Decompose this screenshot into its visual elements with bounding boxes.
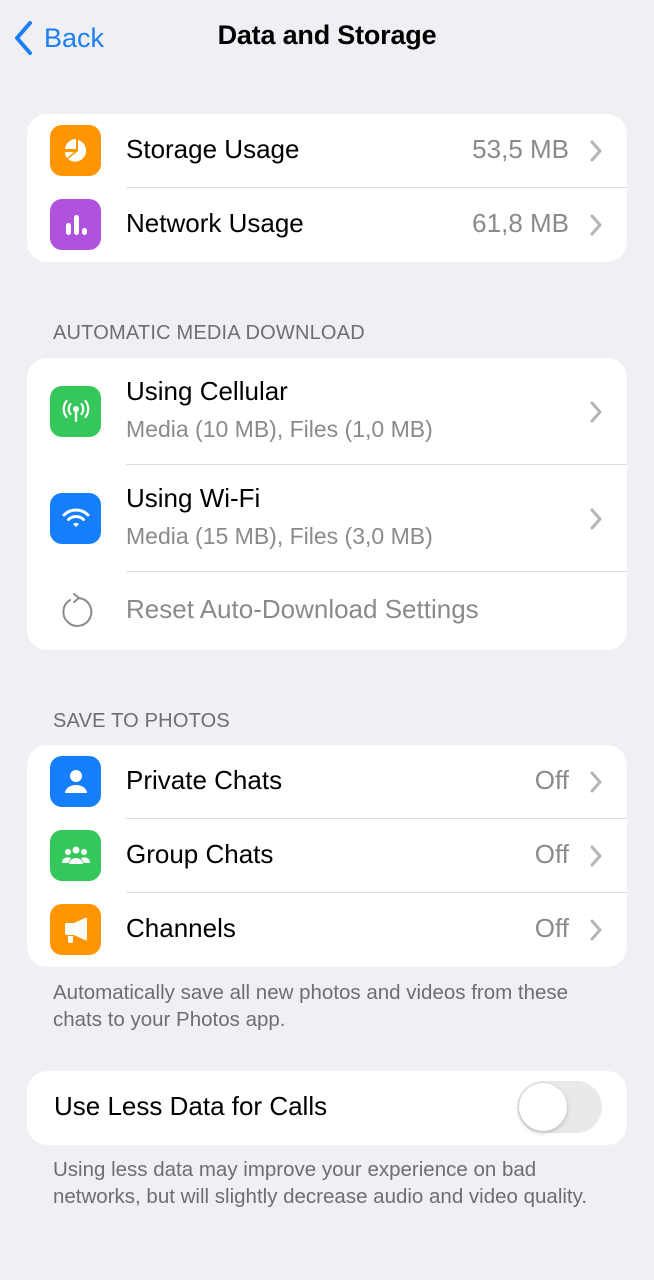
pie-chart-icon [50,125,101,176]
storage-usage-row[interactable]: Storage Usage 53,5 MB [27,114,627,188]
use-less-data-row: Use Less Data for Calls [27,1071,627,1145]
chevron-right-icon [590,771,602,793]
cellular-antenna-icon [50,386,101,437]
channels-label: Channels [126,913,236,943]
using-cellular-sublabel: Media (10 MB), Files (1,0 MB) [126,416,433,442]
chevron-right-icon [590,140,602,162]
calls-group: Use Less Data for Calls [27,1071,627,1145]
using-cellular-row[interactable]: Using Cellular Media (10 MB), Files (1,0… [27,358,627,465]
use-less-data-toggle[interactable] [517,1081,602,1133]
auto-download-group: Using Cellular Media (10 MB), Files (1,0… [27,358,627,650]
group-icon [50,830,101,881]
reset-auto-download-button[interactable]: Reset Auto-Download Settings [27,572,627,650]
reset-arrow-icon [62,593,93,627]
channels-row[interactable]: Channels Off [27,893,627,967]
chevron-right-icon [590,214,602,236]
wifi-icon [50,493,101,544]
storage-usage-label: Storage Usage [126,134,300,164]
chevron-right-icon [590,845,602,867]
network-usage-value: 61,8 MB [472,208,569,238]
storage-usage-value: 53,5 MB [472,134,569,164]
reset-auto-download-label: Reset Auto-Download Settings [126,594,479,624]
group-chats-label: Group Chats [126,839,274,869]
bar-chart-icon [50,199,101,250]
private-chats-label: Private Chats [126,765,283,795]
save-to-photos-footer: Automatically save all new photos and vi… [53,981,569,1031]
save-to-photos-header: SAVE TO PHOTOS [53,710,230,732]
network-usage-label: Network Usage [126,208,304,238]
toggle-knob [519,1083,567,1131]
using-wifi-label: Using Wi-Fi [126,483,261,513]
chevron-right-icon [590,919,602,941]
private-chats-row[interactable]: Private Chats Off [27,745,627,819]
using-wifi-row[interactable]: Using Wi-Fi Media (15 MB), Files (3,0 MB… [27,465,627,572]
channels-value: Off [534,913,569,943]
private-chats-value: Off [534,765,569,795]
group-chats-value: Off [534,839,569,869]
save-to-photos-group: Private Chats Off Group Chats Off Channe… [27,745,627,967]
using-cellular-label: Using Cellular [126,376,288,406]
page-title: Data and Storage [217,20,437,50]
chevron-right-icon [590,401,602,423]
navigation-bar: Back Data and Storage [0,0,654,76]
calls-footer: Using less data may improve your experie… [53,1158,588,1208]
person-icon [50,756,101,807]
usage-group: Storage Usage 53,5 MB Network Usage 61,8… [27,114,627,262]
auto-download-header: AUTOMATIC MEDIA DOWNLOAD [53,322,365,344]
using-wifi-sublabel: Media (15 MB), Files (3,0 MB) [126,523,433,549]
megaphone-icon [50,904,101,955]
group-chats-row[interactable]: Group Chats Off [27,819,627,893]
chevron-right-icon [590,508,602,530]
use-less-data-label: Use Less Data for Calls [54,1091,328,1121]
network-usage-row[interactable]: Network Usage 61,8 MB [27,188,627,262]
